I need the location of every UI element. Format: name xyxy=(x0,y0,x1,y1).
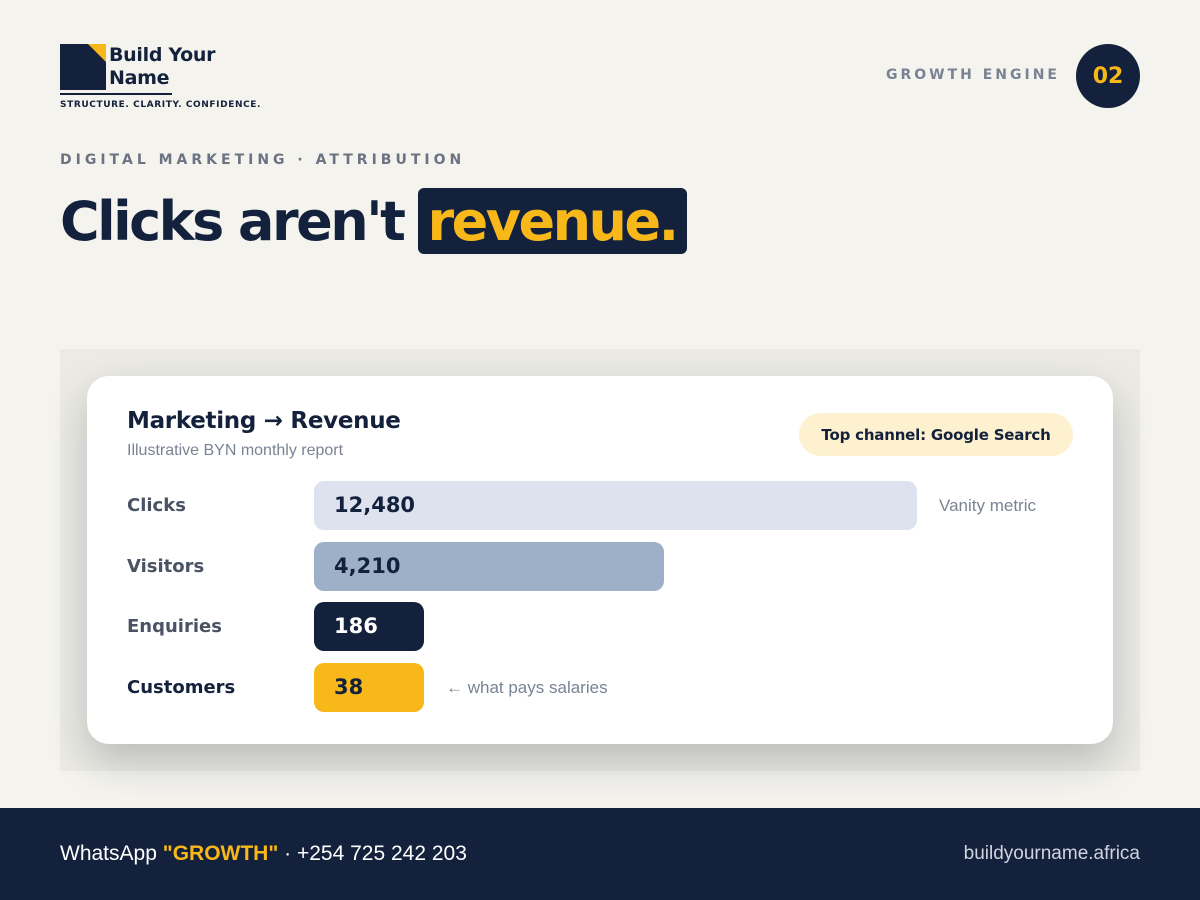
footer-whatsapp-keyword: "GROWTH" xyxy=(162,842,279,865)
section-label: GROWTH ENGINE xyxy=(885,67,1060,83)
brand-name-line1: Build Your xyxy=(109,44,216,66)
logo-mark-icon xyxy=(60,44,106,90)
footer-website: buildyourname.africa xyxy=(963,843,1140,864)
brand-name-line2: Name xyxy=(109,67,170,89)
bar-annotation: ← what pays salaries xyxy=(446,677,608,697)
bar-category-label: Enquiries xyxy=(127,616,222,637)
bar-visitors: 4,210 xyxy=(314,541,665,591)
chart-subtitle: Illustrative BYN monthly report xyxy=(127,442,344,459)
footer: WhatsApp "GROWTH" · +254 725 242 203 bui… xyxy=(0,808,1200,900)
brand-tagline: STRUCTURE. CLARITY. CONFIDENCE. xyxy=(60,100,262,110)
bar-row: Enquiries 186 xyxy=(87,602,1113,652)
brand-name: Build Your Name xyxy=(109,44,216,90)
logo-divider xyxy=(60,93,172,95)
eyebrow-label: DIGITAL MARKETING · ATTRIBUTION xyxy=(60,152,466,168)
bar-category-label: Clicks xyxy=(127,495,186,516)
bar-annotation: Vanity metric xyxy=(939,496,1036,515)
bar-row: Visitors 4,210 xyxy=(87,541,1113,592)
headline-text: Clicks aren't xyxy=(60,189,406,253)
bar-customers: 38 xyxy=(314,662,424,712)
bar-enquiries: 186 xyxy=(314,602,424,651)
headline-highlight: revenue. xyxy=(417,188,687,254)
bar-row: Customers 38 ← what pays salaries xyxy=(87,662,1113,713)
bar-clicks: 12,480 xyxy=(314,481,917,530)
bar-category-label: Visitors xyxy=(127,555,205,577)
bar-row: Clicks 12,480 Vanity metric xyxy=(87,481,1113,531)
brand-logo: Build Your Name STRUCTURE. CLARITY. CONF… xyxy=(60,44,280,112)
page-headline: Clicks aren't revenue. xyxy=(60,186,687,256)
bar-category-label: Customers xyxy=(127,676,236,698)
section-number-badge: 02 xyxy=(1076,44,1140,108)
chart-title: Marketing → Revenue xyxy=(127,408,401,434)
top-channel-pill: Top channel: Google Search xyxy=(799,413,1073,456)
footer-whatsapp-prefix: WhatsApp xyxy=(60,842,157,865)
footer-whatsapp-phone: · +254 725 242 203 xyxy=(284,842,467,865)
footer-whatsapp: WhatsApp "GROWTH" · +254 725 242 203 xyxy=(60,842,467,866)
chart-card: Marketing → Revenue Illustrative BYN mon… xyxy=(87,376,1113,744)
